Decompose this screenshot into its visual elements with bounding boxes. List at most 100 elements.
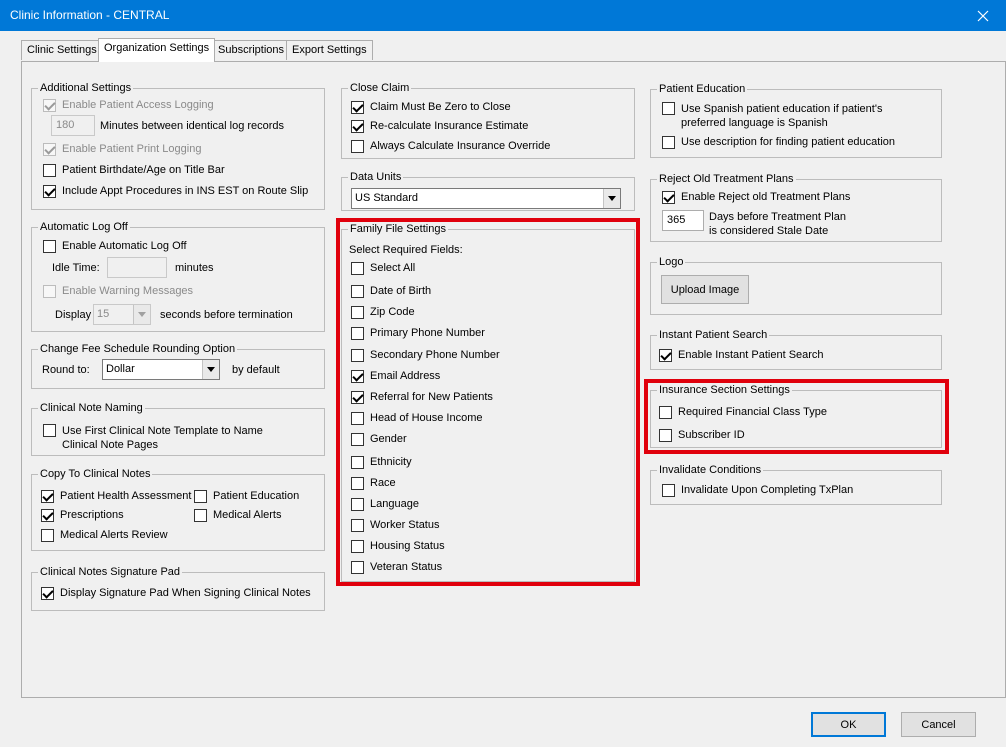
enable-instant-search-checkbox[interactable]: Enable Instant Patient Search <box>659 348 824 362</box>
medical-alerts-checkbox[interactable]: Medical Alerts <box>194 508 281 522</box>
dropdown-value: US Standard <box>355 192 418 204</box>
label-line: is considered Stale Date <box>709 225 829 237</box>
worker-status-checkbox[interactable]: Worker Status <box>351 518 440 532</box>
checkbox-label: Include Appt Procedures in INS EST on Ro… <box>62 185 309 197</box>
group-legend: Clinical Note Naming <box>38 401 145 415</box>
include-appt-procedures-checkbox[interactable]: Include Appt Procedures in INS EST on Ro… <box>43 184 308 198</box>
financial-class-type-checkbox[interactable]: Required Financial Class Type <box>659 405 827 419</box>
use-first-template-checkbox[interactable]: Use First Clinical Note Template to Name… <box>43 424 263 452</box>
checkbox-label: Email Address <box>370 370 441 382</box>
checkbox-label: Enable Automatic Log Off <box>62 240 187 252</box>
select-all-checkbox[interactable]: Select All <box>351 261 415 275</box>
description-education-checkbox[interactable]: Use description for finding patient educ… <box>662 135 895 149</box>
checkbox-box <box>662 190 675 204</box>
tab-organization-settings[interactable]: Organization Settings <box>98 38 216 62</box>
checkbox-label: Use description for finding patient educ… <box>681 136 896 148</box>
close-icon[interactable] <box>960 0 1006 31</box>
display-seconds-dropdown[interactable]: 15 <box>93 304 151 325</box>
display-signature-pad-checkbox[interactable]: Display Signature Pad When Signing Clini… <box>41 586 311 600</box>
checkbox-label: Gender <box>370 433 407 445</box>
email-address-checkbox[interactable]: Email Address <box>351 369 440 383</box>
tab-export-settings[interactable]: Export Settings <box>286 40 373 60</box>
checkbox-box <box>662 483 675 497</box>
checkbox-box <box>41 508 54 522</box>
group-legend: Automatic Log Off <box>38 220 130 234</box>
checkbox-label: Ethnicity <box>370 456 412 468</box>
idle-time-input[interactable] <box>107 257 167 278</box>
always-calculate-override-checkbox[interactable]: Always Calculate Insurance Override <box>351 139 550 153</box>
enable-reject-plans-checkbox[interactable]: Enable Reject old Treatment Plans <box>662 190 850 204</box>
checkbox-box <box>43 142 56 156</box>
group-legend: Change Fee Schedule Rounding Option <box>38 342 238 356</box>
label-line: Use Spanish patient education if patient… <box>681 103 883 115</box>
checkbox-label: Always Calculate Insurance Override <box>370 140 551 152</box>
upload-image-button[interactable]: Upload Image <box>661 275 749 304</box>
chevron-down-icon <box>133 305 150 324</box>
family-file-settings-group: Family File Settings Select Required Fie… <box>341 222 635 582</box>
invalidate-txplan-checkbox[interactable]: Invalidate Upon Completing TxPlan <box>662 483 853 497</box>
cancel-button[interactable]: Cancel <box>901 712 976 737</box>
enable-print-logging-checkbox[interactable]: Enable Patient Print Logging <box>43 142 201 156</box>
invalidate-conditions-group: Invalidate Conditions Invalidate Upon Co… <box>650 463 942 505</box>
checkbox-box <box>194 508 207 522</box>
housing-status-checkbox[interactable]: Housing Status <box>351 539 445 553</box>
log-minutes-input[interactable]: 180 <box>51 115 95 136</box>
round-to-dropdown[interactable]: Dollar <box>102 359 220 380</box>
group-legend: Close Claim <box>348 81 412 95</box>
group-legend: Additional Settings <box>38 81 134 95</box>
birthdate-title-checkbox[interactable]: Patient Birthdate/Age on Title Bar <box>43 163 225 177</box>
seconds-label: seconds before termination <box>160 309 293 321</box>
checkbox-box <box>659 348 672 362</box>
head-of-house-income-checkbox[interactable]: Head of House Income <box>351 411 483 425</box>
ethnicity-checkbox[interactable]: Ethnicity <box>351 455 412 469</box>
checkbox-label: Invalidate Upon Completing TxPlan <box>681 484 854 496</box>
spanish-education-checkbox[interactable]: Use Spanish patient education if patient… <box>662 102 882 130</box>
group-legend: Logo <box>657 255 686 269</box>
tab-subscriptions[interactable]: Subscriptions <box>212 40 291 60</box>
checkbox-box <box>351 261 364 275</box>
referral-new-patients-checkbox[interactable]: Referral for New Patients <box>351 390 493 404</box>
patient-health-assessment-checkbox[interactable]: Patient Health Assessment <box>41 489 191 503</box>
checkbox-label: Worker Status <box>370 519 440 531</box>
checkbox-box <box>351 455 364 469</box>
medical-alerts-review-checkbox[interactable]: Medical Alerts Review <box>41 528 168 542</box>
enable-access-logging-checkbox[interactable]: Enable Patient Access Logging <box>43 98 214 112</box>
zip-code-checkbox[interactable]: Zip Code <box>351 305 415 319</box>
checkbox-label: Veteran Status <box>370 561 443 573</box>
fee-rounding-group: Change Fee Schedule Rounding Option Roun… <box>31 342 325 389</box>
checkbox-label: Use Spanish patient education if patient… <box>681 102 882 130</box>
data-units-dropdown[interactable]: US Standard <box>351 188 621 209</box>
date-of-birth-checkbox[interactable]: Date of Birth <box>351 284 431 298</box>
checkbox-label: Subscriber ID <box>678 429 745 441</box>
checkbox-label: Patient Birthdate/Age on Title Bar <box>62 164 225 176</box>
patient-education-checkbox[interactable]: Patient Education <box>194 489 299 503</box>
prescriptions-checkbox[interactable]: Prescriptions <box>41 508 124 522</box>
instant-patient-search-group: Instant Patient Search Enable Instant Pa… <box>650 328 942 370</box>
checkbox-box <box>662 102 675 115</box>
checkbox-box <box>43 98 56 112</box>
enable-auto-logoff-checkbox[interactable]: Enable Automatic Log Off <box>43 239 187 253</box>
label-line: Use First Clinical Note Template to Name <box>62 425 263 437</box>
checkbox-label: Date of Birth <box>370 285 432 297</box>
recalculate-estimate-checkbox[interactable]: Re-calculate Insurance Estimate <box>351 119 528 133</box>
enable-warning-messages-checkbox[interactable]: Enable Warning Messages <box>43 284 193 298</box>
veteran-status-checkbox[interactable]: Veteran Status <box>351 560 442 574</box>
primary-phone-checkbox[interactable]: Primary Phone Number <box>351 326 485 340</box>
checkbox-box <box>43 163 56 177</box>
claim-zero-checkbox[interactable]: Claim Must Be Zero to Close <box>351 100 511 114</box>
gender-checkbox[interactable]: Gender <box>351 432 407 446</box>
ok-button[interactable]: OK <box>811 712 886 737</box>
tab-clinic-settings[interactable]: Clinic Settings <box>21 40 103 60</box>
stale-days-input[interactable]: 365 <box>662 210 704 231</box>
race-checkbox[interactable]: Race <box>351 476 396 490</box>
language-checkbox[interactable]: Language <box>351 497 419 511</box>
organization-settings-panel: Additional Settings Enable Patient Acces… <box>21 61 1006 698</box>
group-legend: Clinical Notes Signature Pad <box>38 565 183 579</box>
checkbox-box <box>43 184 56 198</box>
checkbox-box <box>41 528 54 542</box>
group-legend: Insurance Section Settings <box>657 383 792 397</box>
checkbox-label: Select All <box>370 262 416 274</box>
subscriber-id-checkbox[interactable]: Subscriber ID <box>659 428 745 442</box>
secondary-phone-checkbox[interactable]: Secondary Phone Number <box>351 348 500 362</box>
checkbox-label: Primary Phone Number <box>370 327 485 339</box>
